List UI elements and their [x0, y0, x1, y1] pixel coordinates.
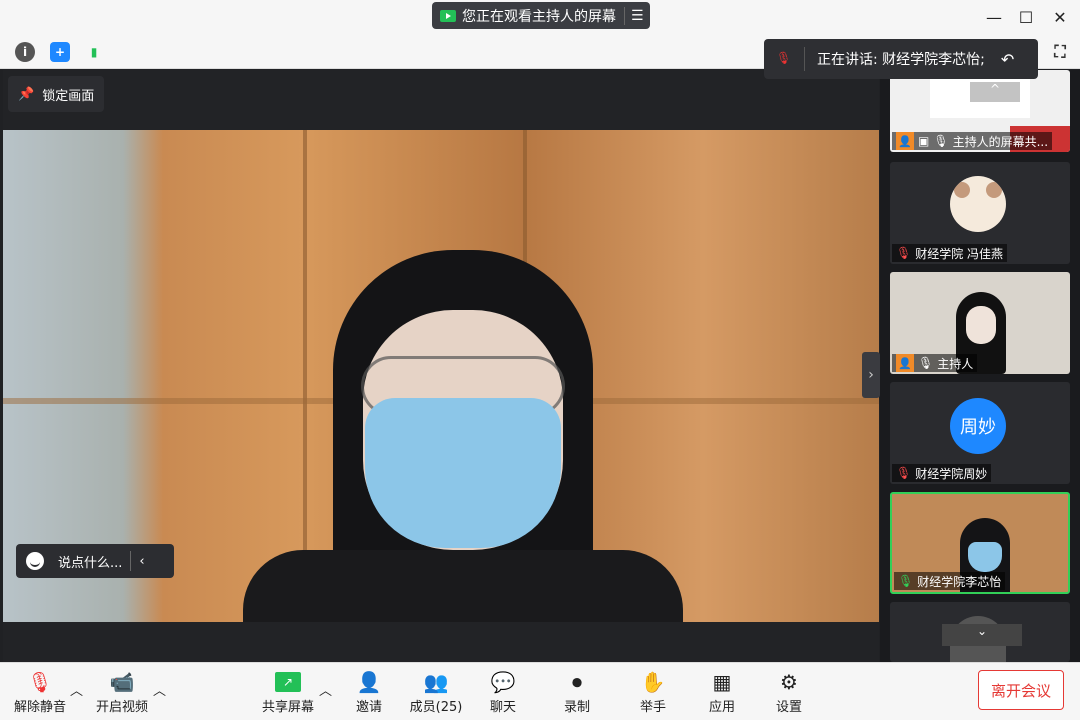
host-face	[966, 306, 996, 344]
record-icon: ⏺	[572, 670, 582, 694]
mic-active-icon: 🎙	[898, 574, 914, 588]
unmute-label: 解除静音	[13, 700, 66, 715]
chevron-right-icon: ›	[868, 367, 874, 383]
person-body	[243, 550, 683, 622]
chat-divider	[130, 551, 132, 571]
unmute-button[interactable]: 🎙 解除静音	[10, 668, 70, 716]
banner-divider	[624, 6, 625, 25]
speaker-mask	[968, 542, 1002, 572]
apps-label: 应用	[708, 700, 735, 715]
invite-label: 邀请	[355, 700, 382, 715]
participant-tile[interactable]: 周妙 🎙 财经学院周妙	[890, 382, 1070, 484]
audio-options-caret[interactable]: ︿	[70, 680, 83, 699]
gear-icon: ⚙	[780, 670, 798, 694]
chat-placeholder: 说点什么...	[58, 555, 123, 571]
pin-label: 锁定画面	[42, 88, 95, 104]
settings-button[interactable]: ⚙ 设置	[759, 668, 819, 716]
raise-hand-label: 举手	[639, 700, 666, 715]
security-shield-icon[interactable]: +	[50, 42, 70, 62]
raise-hand-button[interactable]: ✋ 举手	[623, 668, 683, 716]
avatar	[950, 176, 1006, 232]
record-label: 录制	[563, 700, 590, 715]
start-video-label: 开启视频	[95, 700, 148, 715]
mic-muted-icon: 🎙	[896, 466, 912, 480]
chat-button[interactable]: 💬 聊天	[473, 668, 533, 716]
fullscreen-icon[interactable]: ⛶	[1050, 42, 1070, 62]
participant-tile[interactable]: 🎙 财经学院李芯怡	[890, 492, 1070, 594]
participant-label: 🎙 财经学院周妙	[892, 464, 992, 482]
participant-label: 👤 🎙 主持人	[892, 354, 978, 372]
video-off-icon: 📹	[109, 670, 135, 694]
record-button[interactable]: ⏺ 录制	[547, 668, 607, 716]
share-screen-button[interactable]: ↗ 共享屏幕	[258, 668, 318, 716]
apps-button[interactable]: ▦ 应用	[692, 668, 752, 716]
invite-button[interactable]: 👤 邀请	[339, 668, 399, 716]
person-mask	[365, 398, 561, 548]
participant-name: 财经学院周妙	[915, 466, 988, 481]
leave-meeting-button[interactable]: 离开会议	[978, 670, 1064, 710]
participant-name: 财经学院李芯怡	[917, 574, 1002, 589]
mic-muted-icon: 🎙	[896, 246, 912, 260]
participant-tile[interactable]: ^ 👤 ▣ 🎙 主持人的屏幕共...	[890, 70, 1070, 152]
participant-label: 👤 ▣ 🎙 主持人的屏幕共...	[892, 132, 1053, 150]
mic-icon: 🎙	[933, 134, 949, 148]
participant-name: 主持人的屏幕共...	[952, 134, 1049, 149]
chevron-down-icon[interactable]: ⌄	[942, 624, 1022, 646]
cabinet-line	[303, 130, 307, 622]
apps-icon: ▦	[712, 670, 732, 694]
host-icon: 👤	[896, 132, 914, 150]
banner-text: 您正在观看主持人的屏幕	[462, 8, 616, 25]
chevron-left-icon[interactable]: ‹	[139, 554, 144, 569]
speaking-indicator: 🎙 正在讲话: 财经学院李芯怡; ↶	[764, 39, 1038, 79]
mic-muted-icon: 🎙	[776, 51, 792, 65]
speaking-text: 正在讲话: 财经学院李芯怡;	[817, 52, 985, 68]
speaking-divider	[804, 47, 805, 71]
avatar-ear	[986, 182, 1002, 198]
chat-label: 聊天	[489, 700, 516, 715]
participant-tile[interactable]: 🎙 财经学院 冯佳燕	[890, 162, 1070, 264]
participant-name: 主持人	[937, 356, 974, 371]
pin-icon: 📌	[18, 86, 35, 102]
video-options-caret[interactable]: ︿	[153, 680, 166, 699]
members-button[interactable]: 👥 成员(25)	[406, 668, 466, 716]
start-video-button[interactable]: 📹 开启视频	[92, 668, 152, 716]
maximize-button[interactable]: ☐	[1016, 8, 1036, 28]
mic-muted-icon: 🎙	[27, 670, 53, 694]
settings-label: 设置	[775, 700, 802, 715]
minimize-button[interactable]: —	[984, 8, 1004, 28]
participant-label: 🎙 财经学院李芯怡	[894, 572, 1006, 590]
avatar-ear	[954, 182, 970, 198]
collapse-icon[interactable]: ↶	[1001, 50, 1014, 69]
participant-tile[interactable]: 👤 🎙 主持人	[890, 272, 1070, 374]
share-options-caret[interactable]: ︿	[319, 680, 332, 699]
info-icon[interactable]: i	[15, 42, 35, 62]
avatar: 周妙	[950, 398, 1006, 454]
share-screen-icon: ↗	[258, 668, 318, 696]
mic-icon: 🎙	[918, 356, 934, 370]
members-icon: 👥	[423, 670, 449, 694]
participant-tile[interactable]: ⌄	[890, 602, 1070, 662]
pin-view-button[interactable]: 📌 锁定画面	[8, 76, 104, 112]
signal-icon[interactable]: ▮	[84, 42, 104, 62]
screen-share-banner[interactable]: 您正在观看主持人的屏幕 ☰	[432, 2, 650, 29]
screen-share-icon: ▣	[918, 134, 930, 148]
collapse-sidebar-button[interactable]: ›	[862, 352, 880, 398]
host-icon: 👤	[896, 354, 914, 372]
chat-icon: 💬	[490, 670, 516, 694]
share-screen-label: 共享屏幕	[261, 700, 314, 715]
invite-icon: 👤	[356, 670, 382, 694]
close-button[interactable]: ✕	[1050, 8, 1070, 28]
hand-icon: ✋	[640, 670, 666, 694]
screen-share-icon	[440, 9, 456, 22]
emoji-icon[interactable]	[26, 552, 44, 570]
chevron-up-icon[interactable]: ^	[970, 82, 1020, 102]
chat-input-box[interactable]: 说点什么... ‹	[16, 544, 174, 578]
participant-name: 财经学院 冯佳燕	[915, 246, 1004, 261]
menu-icon[interactable]: ☰	[631, 8, 644, 24]
members-label: 成员(25)	[409, 700, 463, 715]
participant-label: 🎙 财经学院 冯佳燕	[892, 244, 1008, 262]
